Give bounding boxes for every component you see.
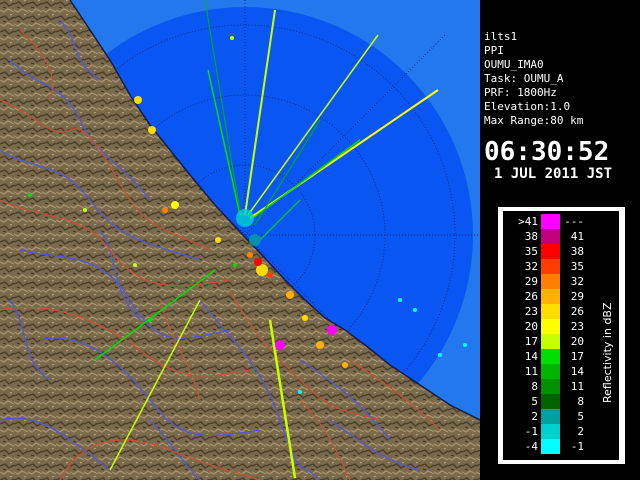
legend-lower-bound: 5 [531,395,538,408]
radar-ppi-map [0,0,480,480]
radar-info-panel: ilts1 PPI OUMU_IMA0 Task: OUMU_A PRF: 18… [480,22,640,190]
legend-upper-bound: 41 [570,230,584,243]
info-elevation: Elevation:1.0 [484,100,571,113]
legend-lower-bound: 17 [524,335,538,348]
scan-time: 06:30:52 [484,137,610,167]
legend-lower-bound: 35 [524,245,538,258]
legend-lower-bound: 14 [524,350,538,363]
legend-lower-bound: -1 [524,425,538,438]
legend-upper-bound: 11 [570,380,584,393]
legend-title: Reflectivity in dBZ [601,302,614,403]
info-scan-type: PPI [484,44,504,57]
legend-lower-bound: 29 [524,275,538,288]
legend-lower-bound: 38 [524,230,538,243]
legend-lower-bound: 2 [531,410,538,423]
legend-lower-bound: 8 [531,380,538,393]
legend-lower-bound: >41 [518,215,538,228]
legend-lower-bound: -4 [524,440,538,453]
legend-upper-bound: 23 [570,320,584,333]
legend-upper-bound: 5 [577,410,584,423]
legend-upper-bound: -1 [570,440,584,453]
legend-lower-bound: 26 [524,290,538,303]
legend-lower-bound: 20 [524,320,538,333]
info-station: ilts1 [484,30,518,43]
legend-upper-bound: 38 [570,245,584,258]
legend-upper-bound: 17 [570,350,584,363]
info-task: Task: OUMU_A [484,72,564,85]
legend-lower-bound: 11 [524,365,538,378]
legend-upper-bound: 26 [570,305,584,318]
legend-upper-bound: 8 [577,395,584,408]
legend-upper-bound: --- [564,215,584,228]
info-max-range: Max Range:80 km [484,114,584,127]
legend-upper-bound: 2 [577,425,584,438]
legend-upper-bound: 35 [570,260,584,273]
scan-date: 1 JUL 2011 JST [494,166,613,182]
info-product: OUMU_IMA0 [484,58,544,71]
legend-lower-bound: 23 [524,305,538,318]
legend-lower-bound: 32 [524,260,538,273]
info-prf: PRF: 1800Hz [484,86,557,99]
legend-upper-bound: 29 [570,290,584,303]
legend-upper-bound: 14 [570,365,584,378]
legend-upper-bound: 20 [570,335,584,348]
legend-upper-bound: 32 [570,275,584,288]
